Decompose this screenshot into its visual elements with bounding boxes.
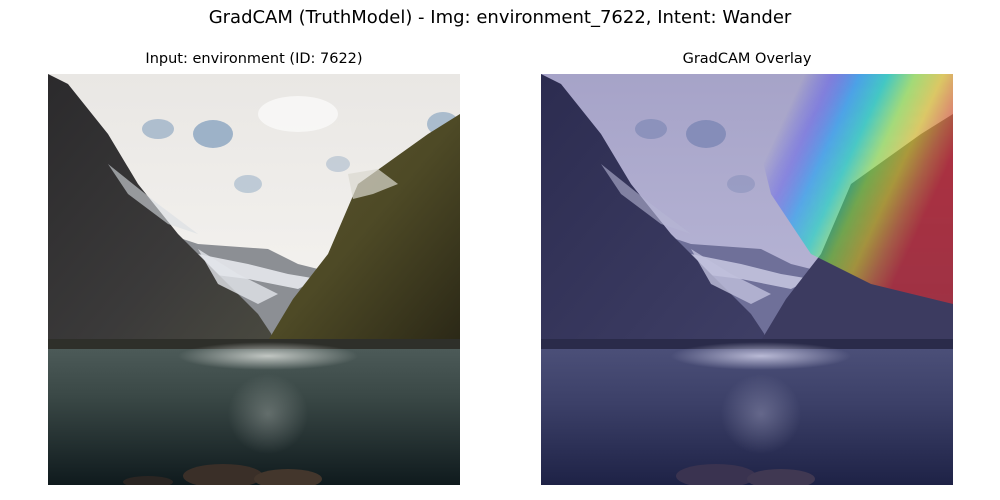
input-image [48, 74, 460, 485]
gradcam-overlay-svg [541, 74, 953, 485]
figure-title: GradCAM (TruthModel) - Img: environment_… [208, 7, 792, 28]
gradcam-figure: GradCAM (TruthModel) - Img: environment_… [0, 0, 1000, 500]
input-image-svg [48, 74, 460, 485]
overlay-panel-title: GradCAM Overlay [682, 51, 812, 67]
gradcam-overlay-image [541, 74, 953, 485]
input-panel-title: Input: environment (ID: 7622) [145, 51, 363, 67]
